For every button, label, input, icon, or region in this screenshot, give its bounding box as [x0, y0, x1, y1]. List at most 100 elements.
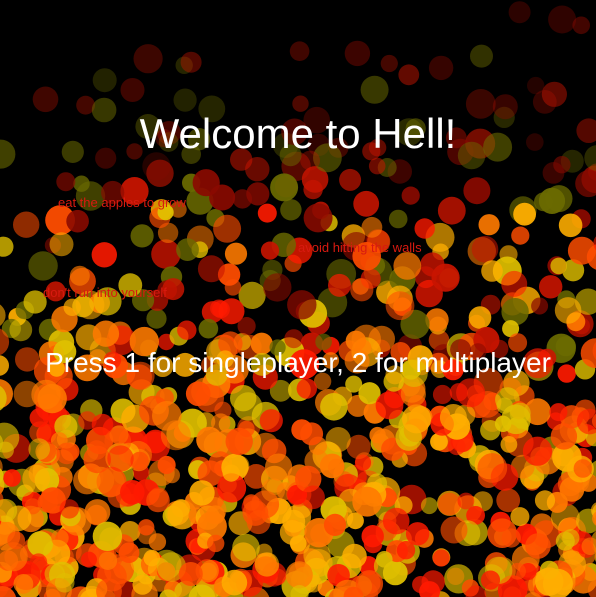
ember-particle	[361, 525, 384, 548]
ember-particle	[287, 290, 317, 320]
ember-particle	[542, 162, 565, 184]
ember-particle	[402, 404, 431, 434]
ember-particle	[430, 432, 448, 451]
ember-particle	[368, 157, 386, 175]
ember-particle	[148, 533, 167, 551]
ember-particle	[146, 488, 170, 513]
ember-particle	[481, 260, 503, 282]
ember-particle	[525, 533, 551, 559]
hint-eat-apples: eat the apples to grow	[58, 195, 186, 210]
ember-particle	[13, 574, 34, 594]
ember-particle	[49, 232, 74, 257]
ember-particle	[246, 182, 270, 206]
ember-particle	[261, 478, 286, 503]
ember-particle	[401, 186, 420, 205]
ember-particle	[289, 41, 310, 61]
ember-particle	[480, 570, 501, 590]
ember-particle	[344, 40, 371, 67]
ember-particle	[9, 318, 33, 342]
ember-particle	[151, 239, 181, 269]
ember-particle	[31, 379, 61, 410]
ember-particle	[420, 497, 438, 515]
ember-particle	[138, 519, 155, 536]
ember-particle	[470, 44, 493, 68]
ember-particle	[7, 531, 26, 550]
ember-particle	[534, 192, 553, 212]
ember-particle	[477, 453, 508, 483]
ember-particle	[438, 492, 461, 516]
ember-particle	[56, 172, 76, 192]
ember-particle	[501, 528, 521, 548]
ember-particle	[120, 78, 145, 102]
ember-particle	[0, 586, 16, 597]
ember-particle	[531, 297, 549, 315]
ember-particle	[437, 196, 466, 225]
ember-particle	[130, 224, 154, 248]
ember-particle	[270, 173, 299, 202]
ember-particle	[91, 242, 118, 268]
ember-particle	[352, 486, 383, 517]
ember-particle	[28, 251, 58, 281]
ember-particle	[83, 445, 111, 474]
ember-particle	[575, 170, 596, 198]
ember-particle	[198, 318, 219, 339]
ember-particle	[360, 75, 389, 104]
ember-particle	[178, 562, 203, 586]
ember-particle	[375, 391, 404, 420]
ember-particle	[494, 415, 512, 432]
ember-particle	[414, 218, 435, 239]
hint-avoid-self: don't run into yourself	[43, 285, 167, 300]
ember-particle	[534, 490, 556, 511]
welcome-title: Welcome to Hell!	[139, 110, 457, 157]
ember-particle	[369, 426, 386, 444]
ember-particle	[440, 516, 468, 544]
ember-particle	[549, 403, 568, 422]
ember-particle	[303, 179, 323, 200]
ember-particle	[510, 507, 530, 527]
ember-particle	[120, 480, 145, 505]
ember-particle	[280, 199, 302, 221]
ember-particle	[224, 279, 242, 296]
ember-particle	[320, 393, 348, 421]
ember-particle	[421, 570, 445, 594]
ember-particle	[550, 423, 578, 450]
ember-particle	[548, 5, 577, 34]
ember-particle	[353, 190, 380, 217]
ember-particle	[541, 81, 568, 107]
ember-particle	[221, 569, 248, 596]
ember-particle	[296, 378, 317, 399]
ember-particle	[361, 216, 383, 238]
ember-particle	[209, 184, 236, 211]
ember-particle	[81, 551, 97, 568]
ember-particle	[339, 168, 362, 191]
ember-particle	[22, 464, 51, 493]
ember-particle	[13, 211, 40, 238]
ember-particle	[456, 378, 486, 408]
ember-particle	[573, 459, 593, 478]
ember-particle	[508, 1, 531, 24]
ember-particle	[171, 499, 191, 518]
ember-particle	[328, 273, 351, 297]
ember-particle	[254, 552, 280, 577]
ember-particle	[232, 533, 260, 562]
ember-particle	[457, 492, 475, 510]
ember-particle	[291, 419, 313, 441]
ember-particle	[263, 273, 292, 302]
ember-particle	[478, 214, 500, 236]
ember-particle	[3, 469, 21, 487]
ember-particle	[511, 226, 530, 245]
ember-particle	[98, 551, 118, 570]
ember-particle	[27, 531, 53, 557]
ember-particle	[509, 402, 531, 424]
ember-particle	[133, 44, 163, 74]
ember-particle	[243, 494, 260, 511]
game-screen[interactable]: Welcome to Hell! eat the apples to grow …	[0, 0, 596, 597]
ember-particle	[118, 542, 140, 563]
ember-particle	[197, 255, 225, 283]
ember-particle	[92, 521, 123, 551]
ember-particle	[132, 574, 153, 595]
ember-particle	[535, 567, 564, 596]
ember-particle	[237, 317, 256, 336]
ember-particle	[222, 464, 240, 482]
ember-particle	[376, 551, 393, 568]
